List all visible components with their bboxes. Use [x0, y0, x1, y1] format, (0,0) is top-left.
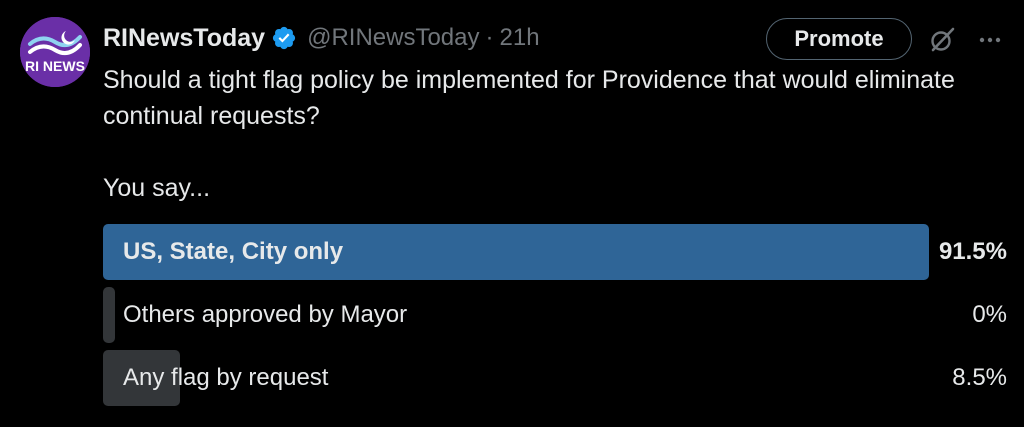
tweet-timestamp[interactable]: 21h	[500, 24, 540, 52]
verified-badge-icon[interactable]	[271, 25, 297, 51]
poll-option[interactable]: Others approved by Mayor 0%	[103, 287, 1007, 343]
ri-news-logo: RI NEWS	[20, 17, 90, 87]
poll-option-label: US, State, City only	[123, 238, 344, 265]
poll-option-label: Others approved by Mayor	[123, 301, 408, 328]
poll-result-bar	[103, 287, 115, 343]
svg-text:RI NEWS: RI NEWS	[25, 58, 85, 74]
poll-option[interactable]: Any flag by request 8.5%	[103, 350, 1007, 406]
account-name[interactable]: RINewsToday	[103, 24, 265, 53]
poll-option-percent: 91.5%	[938, 238, 1007, 265]
poll-option-percent: 8.5%	[952, 364, 1007, 391]
tweet-you-say: You say...	[103, 174, 211, 202]
grok-icon[interactable]	[926, 24, 958, 56]
tweet-header: RINewsToday @RINewsToday · 21h	[103, 20, 540, 56]
separator-dot: ·	[485, 24, 494, 51]
promote-button[interactable]: Promote	[766, 18, 912, 60]
poll-option-label: Any flag by request	[123, 364, 329, 391]
avatar[interactable]: RI NEWS	[20, 17, 90, 87]
more-options-icon[interactable]	[974, 24, 1006, 56]
account-handle[interactable]: @RINewsToday	[307, 24, 479, 52]
tweet-text: Should a tight flag policy be implemente…	[103, 62, 983, 206]
poll-option-percent: 0%	[972, 301, 1007, 328]
tweet-question: Should a tight flag policy be implemente…	[103, 66, 955, 130]
poll: US, State, City only 91.5% Others approv…	[103, 224, 1007, 413]
poll-option[interactable]: US, State, City only 91.5%	[103, 224, 1007, 280]
